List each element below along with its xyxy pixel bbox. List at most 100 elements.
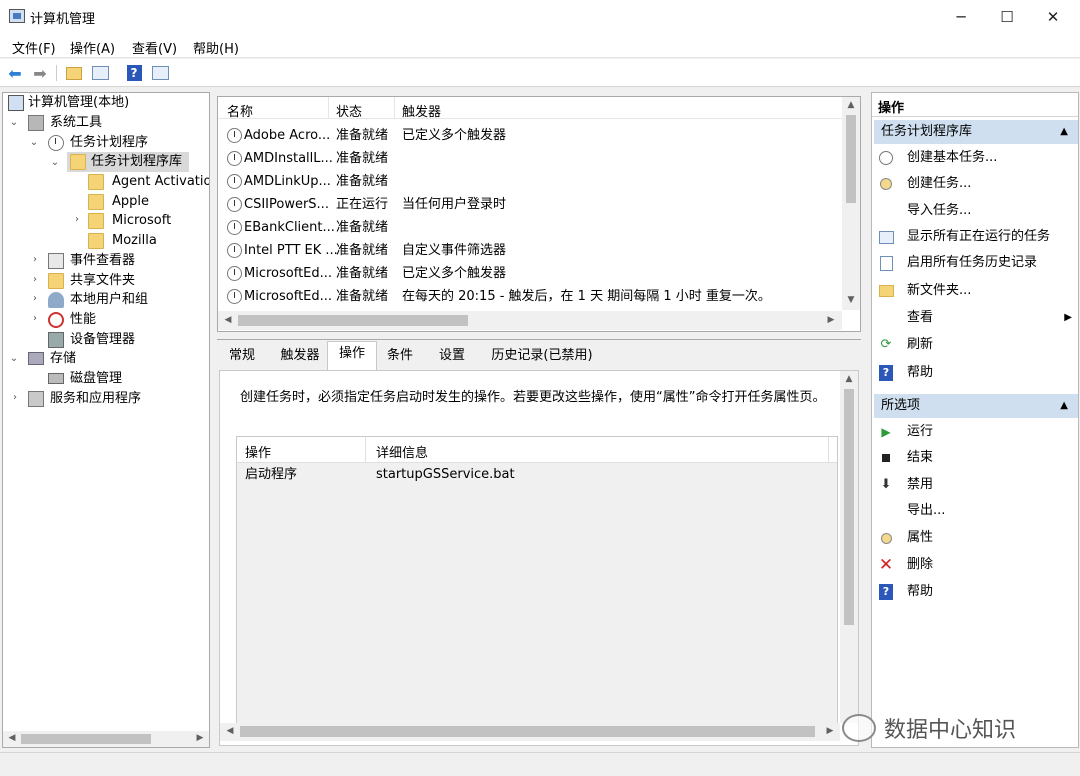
task-row[interactable]: AMDInstallL... 准备就绪 [218,147,842,170]
help-icon[interactable]: ? [124,63,144,83]
scroll-right-icon[interactable]: ▶ [823,726,837,736]
section-task-library[interactable]: 任务计划程序库 ▲ [874,120,1078,144]
wechat-icon [842,714,876,742]
detail-h-scrollbar[interactable]: ◀ ▶ [220,723,840,741]
actions-table: 操作 详细信息 启动程序 startupGSService.bat [236,436,838,726]
action-view[interactable]: 查看 ▶ [876,307,1072,329]
collapse-section-icon[interactable]: ▲ [1060,120,1068,144]
performance-icon [48,312,64,328]
scroll-thumb[interactable] [844,389,854,625]
scroll-right-icon[interactable]: ▶ [193,733,207,743]
collapse-chevron-icon[interactable]: › [30,293,40,304]
column-divider[interactable] [394,97,395,119]
scroll-up-icon[interactable]: ▲ [844,100,858,110]
actions-description: 创建任务时，必须指定任务启动时发生的操作。若要更改这些操作，使用“属性”命令打开… [240,390,826,405]
show-hide-tree-icon[interactable] [90,63,110,83]
scroll-thumb[interactable] [21,734,151,744]
task-list-header: 名称 状态 触发器 [218,97,842,120]
collapse-chevron-icon[interactable]: › [30,274,40,285]
scroll-left-icon[interactable]: ◀ [221,315,235,325]
task-row[interactable]: MicrosoftEd... 准备就绪 在每天的 20:15 - 触发后，在 1… [218,285,842,308]
expand-chevron-icon[interactable]: ⌄ [9,117,19,128]
tab-actions[interactable]: 操作 [327,341,377,371]
column-details[interactable]: 详细信息 [376,442,428,461]
column-divider[interactable] [828,437,829,463]
menu-help[interactable]: 帮助(H) [193,38,239,57]
task-row[interactable]: AMDLinkUp... 准备就绪 [218,170,842,193]
maximize-button[interactable]: ☐ [984,0,1030,34]
help-icon: ? [878,584,894,600]
column-divider[interactable] [365,437,366,463]
folder-icon [88,194,104,210]
tab-history[interactable]: 历史记录(已禁用) [482,344,602,370]
column-status[interactable]: 状态 [336,101,362,120]
device-manager-icon [48,332,64,348]
services-icon [28,391,44,407]
tab-settings[interactable]: 设置 [430,344,474,370]
task-list-v-scrollbar[interactable]: ▲ ▼ [842,97,860,310]
delete-icon: ✕ [878,555,894,575]
scroll-up-icon[interactable]: ▲ [842,374,856,384]
column-trigger[interactable]: 触发器 [402,101,441,120]
expand-chevron-icon[interactable]: ⌄ [50,157,60,168]
expand-chevron-icon[interactable]: ⌄ [29,137,39,148]
task-clock-icon [227,174,242,189]
scroll-thumb[interactable] [240,726,815,737]
collapse-section-icon[interactable]: ▲ [1060,394,1068,418]
column-name[interactable]: 名称 [227,101,253,120]
toolbar-separator [56,65,57,81]
show-hide-action-pane-icon[interactable] [150,63,170,83]
scroll-left-icon[interactable]: ◀ [223,726,237,736]
task-clock-icon [227,220,242,235]
folder-icon [88,233,104,249]
detail-v-scrollbar[interactable]: ▲ [840,371,858,723]
task-clock-icon [227,289,242,304]
refresh-icon: ⟳ [880,337,892,352]
actions-pane-header: 操作 [872,93,1078,117]
menu-action[interactable]: 操作(A) [70,38,115,57]
menu-view[interactable]: 查看(V) [132,38,177,57]
status-bar [0,752,1080,776]
task-row[interactable]: Intel PTT EK ... 准备就绪 自定义事件筛选器 [218,239,842,262]
expand-chevron-icon[interactable]: ⌄ [9,353,19,364]
task-row[interactable]: EBankClient... 准备就绪 [218,216,842,239]
column-action[interactable]: 操作 [245,442,271,461]
collapse-chevron-icon[interactable]: › [10,392,20,403]
tab-conditions[interactable]: 条件 [378,344,422,370]
tools-icon [28,115,44,131]
tree-task-library[interactable]: 任务计划程序库 [67,152,189,172]
scroll-down-icon[interactable]: ▼ [844,295,858,305]
task-row[interactable]: MicrosoftEd... 准备就绪 已定义多个触发器 [218,262,842,285]
collapse-chevron-icon[interactable]: › [30,254,40,265]
menu-file[interactable]: 文件(F) [12,38,56,57]
folder-icon [88,213,104,229]
storage-icon [28,352,44,365]
tab-general[interactable]: 常规 [220,344,264,370]
task-list-h-scrollbar[interactable]: ◀ ▶ [218,311,842,330]
scroll-left-icon[interactable]: ◀ [5,733,19,743]
section-selected-item[interactable]: 所选项 ▲ [874,394,1078,418]
scroll-thumb[interactable] [846,115,856,203]
scroll-right-icon[interactable]: ▶ [824,315,838,325]
collapse-chevron-icon[interactable]: › [30,313,40,324]
task-row[interactable]: Adobe Acro... 准备就绪 已定义多个触发器 [218,124,842,147]
task-clock-icon [227,243,242,258]
shared-folder-icon [48,273,64,289]
forward-arrow-icon[interactable]: ➡ [30,63,50,83]
tab-triggers[interactable]: 触发器 [274,344,326,370]
actions-pane-title: 操作 [878,101,905,116]
minimize-button[interactable]: ─ [938,0,984,34]
actions-table-row[interactable]: 启动程序 startupGSService.bat [237,463,837,486]
collapse-chevron-icon[interactable]: › [72,214,82,225]
close-button[interactable]: ✕ [1030,0,1076,34]
folder-icon [88,174,104,190]
column-divider[interactable] [328,97,329,119]
tree-h-scrollbar[interactable]: ◀ ▶ [3,731,209,747]
computer-management-icon [9,9,25,23]
up-folder-icon[interactable] [64,63,84,83]
back-arrow-icon[interactable]: ⬅ [5,63,25,83]
create-basic-task-icon [878,150,894,166]
task-row[interactable]: CSIIPowerS... 正在运行 当任何用户登录时 [218,193,842,216]
scroll-thumb[interactable] [238,315,468,326]
submenu-arrow-icon: ▶ [1064,312,1072,323]
